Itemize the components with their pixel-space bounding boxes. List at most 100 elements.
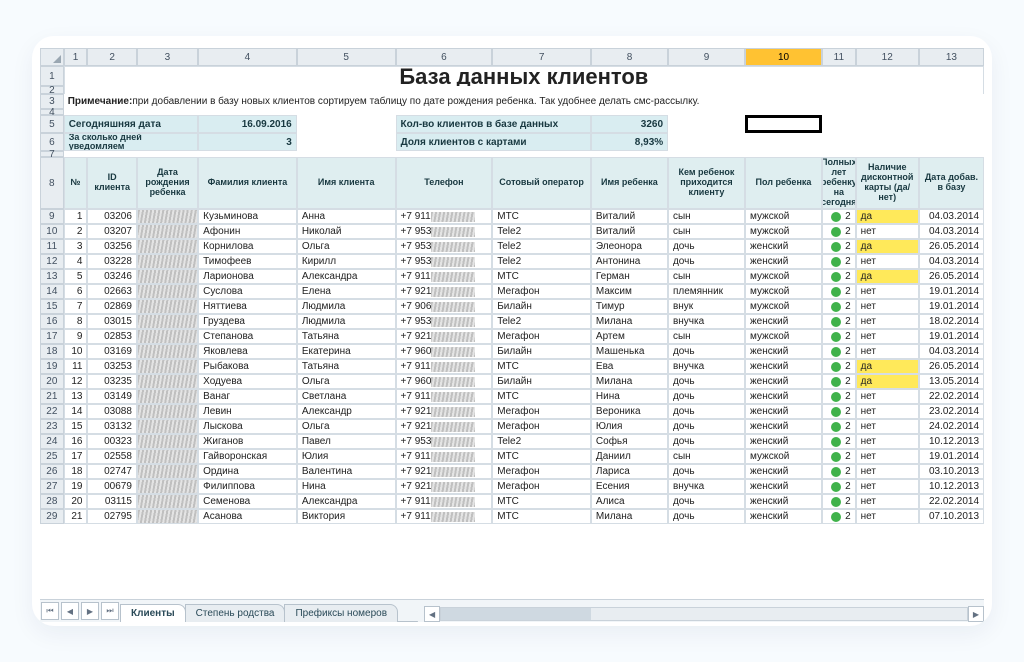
cell-dob[interactable] bbox=[137, 359, 198, 374]
table-row[interactable]: 13503246ЛарионоваАлександра+7 911 МТСГер… bbox=[40, 269, 984, 284]
cell-no[interactable]: 4 bbox=[64, 254, 88, 269]
cell-relation[interactable]: дочь bbox=[668, 464, 745, 479]
cell-name[interactable]: Юлия bbox=[297, 449, 396, 464]
cell-name[interactable]: Татьяна bbox=[297, 329, 396, 344]
col-header-8[interactable]: 8 bbox=[591, 48, 668, 66]
cell-id[interactable]: 03132 bbox=[87, 419, 136, 434]
col-header-13[interactable]: 13 bbox=[919, 48, 984, 66]
cell-phone[interactable]: +7 911 bbox=[396, 509, 493, 524]
data-rows[interactable]: 9103206КузьминоваАнна+7 911 МТСВиталийсы… bbox=[40, 209, 984, 524]
cell-adddate[interactable]: 24.02.2014 bbox=[919, 419, 984, 434]
cell-sex[interactable]: женский bbox=[745, 239, 822, 254]
cell-relation[interactable]: сын bbox=[668, 224, 745, 239]
cell-child[interactable]: Элеонора bbox=[591, 239, 668, 254]
cell-card[interactable]: нет bbox=[856, 494, 919, 509]
cell-dob[interactable] bbox=[137, 479, 198, 494]
cell-dob[interactable] bbox=[137, 419, 198, 434]
table-row[interactable]: 282003115СеменоваАлександра+7 911 МТСАли… bbox=[40, 494, 984, 509]
cell-age[interactable]: 2 bbox=[822, 209, 856, 224]
cell-operator[interactable]: Мегафон bbox=[492, 284, 591, 299]
cell-id[interactable]: 03246 bbox=[87, 269, 136, 284]
table-row[interactable]: 15702869НяттиеваЛюдмила+7 906 БилайнТиму… bbox=[40, 299, 984, 314]
table-row[interactable]: 14602663СусловаЕлена+7 921 МегафонМаксим… bbox=[40, 284, 984, 299]
cell-dob[interactable] bbox=[137, 374, 198, 389]
cell-relation[interactable]: сын bbox=[668, 269, 745, 284]
cell-id[interactable]: 00323 bbox=[87, 434, 136, 449]
cell-dob[interactable] bbox=[137, 299, 198, 314]
cell-sex[interactable]: женский bbox=[745, 494, 822, 509]
cell-name[interactable]: Анна bbox=[297, 209, 396, 224]
cell-child[interactable]: Милана bbox=[591, 314, 668, 329]
cell-name[interactable]: Александра bbox=[297, 494, 396, 509]
th-card[interactable]: Наличие дисконтной карты (да/нет) bbox=[856, 157, 919, 209]
table-row[interactable]: 12403228ТимофеевКирилл+7 953 Tele2Антони… bbox=[40, 254, 984, 269]
cell-child[interactable]: Максим bbox=[591, 284, 668, 299]
cell-adddate[interactable]: 26.05.2014 bbox=[919, 239, 984, 254]
col-header-12[interactable]: 12 bbox=[856, 48, 919, 66]
th-tel[interactable]: Телефон bbox=[396, 157, 493, 209]
cell-child[interactable]: Ева bbox=[591, 359, 668, 374]
cell-child[interactable]: Артем bbox=[591, 329, 668, 344]
cell-adddate[interactable]: 04.03.2014 bbox=[919, 344, 984, 359]
cell-id[interactable]: 02869 bbox=[87, 299, 136, 314]
cell-surname[interactable]: Тимофеев bbox=[198, 254, 297, 269]
cell-id[interactable]: 02558 bbox=[87, 449, 136, 464]
cell-phone[interactable]: +7 953 bbox=[396, 224, 493, 239]
cell-operator[interactable]: Tele2 bbox=[492, 224, 591, 239]
cell-relation[interactable]: внучка bbox=[668, 479, 745, 494]
cell-sex[interactable]: мужской bbox=[745, 329, 822, 344]
cell-surname[interactable]: Асанова bbox=[198, 509, 297, 524]
cell-name[interactable]: Елена bbox=[297, 284, 396, 299]
cell-name[interactable]: Екатерина bbox=[297, 344, 396, 359]
th-fam[interactable]: Фамилия клиента bbox=[198, 157, 297, 209]
cell-adddate[interactable]: 03.10.2013 bbox=[919, 464, 984, 479]
cell-operator[interactable]: Мегафон bbox=[492, 479, 591, 494]
cell-phone[interactable]: +7 921 bbox=[396, 464, 493, 479]
cell-sex[interactable]: мужской bbox=[745, 209, 822, 224]
cell-sex[interactable]: женский bbox=[745, 464, 822, 479]
table-row[interactable]: 231503132ЛысковаОльга+7 921 МегафонЮлияд… bbox=[40, 419, 984, 434]
cell-sex[interactable]: женский bbox=[745, 314, 822, 329]
cell-adddate[interactable]: 10.12.2013 bbox=[919, 479, 984, 494]
cell-child[interactable]: Лариса bbox=[591, 464, 668, 479]
cell-card[interactable]: нет bbox=[856, 434, 919, 449]
row-header[interactable]: 9 bbox=[40, 209, 64, 224]
cell-phone[interactable]: +7 921 bbox=[396, 329, 493, 344]
cell-card[interactable]: нет bbox=[856, 344, 919, 359]
cell-phone[interactable]: +7 960 bbox=[396, 344, 493, 359]
cell-operator[interactable]: Tele2 bbox=[492, 434, 591, 449]
cell-relation[interactable]: внук bbox=[668, 299, 745, 314]
cell-surname[interactable]: Суслова bbox=[198, 284, 297, 299]
row-header[interactable]: 8 bbox=[40, 157, 64, 209]
row-header[interactable]: 10 bbox=[40, 224, 64, 239]
cell-name[interactable]: Павел bbox=[297, 434, 396, 449]
tab-nav-last[interactable]: ⏭ bbox=[101, 602, 119, 620]
cell-surname[interactable]: Семенова bbox=[198, 494, 297, 509]
row-header[interactable]: 13 bbox=[40, 269, 64, 284]
cell-phone[interactable]: +7 906 bbox=[396, 299, 493, 314]
row-header[interactable]: 22 bbox=[40, 404, 64, 419]
cell-operator[interactable]: МТС bbox=[492, 389, 591, 404]
th-id[interactable]: ID клиента bbox=[87, 157, 136, 209]
new-sheet-tab[interactable] bbox=[397, 621, 418, 622]
cell-id[interactable]: 03206 bbox=[87, 209, 136, 224]
cell-phone[interactable]: +7 911 bbox=[396, 359, 493, 374]
cell-adddate[interactable]: 19.01.2014 bbox=[919, 299, 984, 314]
table-row[interactable]: 211303149ВанагСветлана+7 911 МТСНинадочь… bbox=[40, 389, 984, 404]
cell-sex[interactable]: женский bbox=[745, 479, 822, 494]
cell-surname[interactable]: Левин bbox=[198, 404, 297, 419]
table-row[interactable]: 221403088ЛевинАлександр+7 921 МегафонВер… bbox=[40, 404, 984, 419]
cell-operator[interactable]: Tele2 bbox=[492, 239, 591, 254]
cell-no[interactable]: 2 bbox=[64, 224, 88, 239]
cell-surname[interactable]: Жиганов bbox=[198, 434, 297, 449]
cell-child[interactable]: Даниил bbox=[591, 449, 668, 464]
cell-age[interactable]: 2 bbox=[822, 419, 856, 434]
cell-relation[interactable]: племянник bbox=[668, 284, 745, 299]
cell-child[interactable]: Софья bbox=[591, 434, 668, 449]
cell-no[interactable]: 5 bbox=[64, 269, 88, 284]
row-header[interactable]: 26 bbox=[40, 464, 64, 479]
row-header[interactable]: 20 bbox=[40, 374, 64, 389]
cell-adddate[interactable]: 23.02.2014 bbox=[919, 404, 984, 419]
table-row[interactable]: 191103253РыбаковаТатьяна+7 911 МТСЕвавну… bbox=[40, 359, 984, 374]
cell-card[interactable]: нет bbox=[856, 419, 919, 434]
